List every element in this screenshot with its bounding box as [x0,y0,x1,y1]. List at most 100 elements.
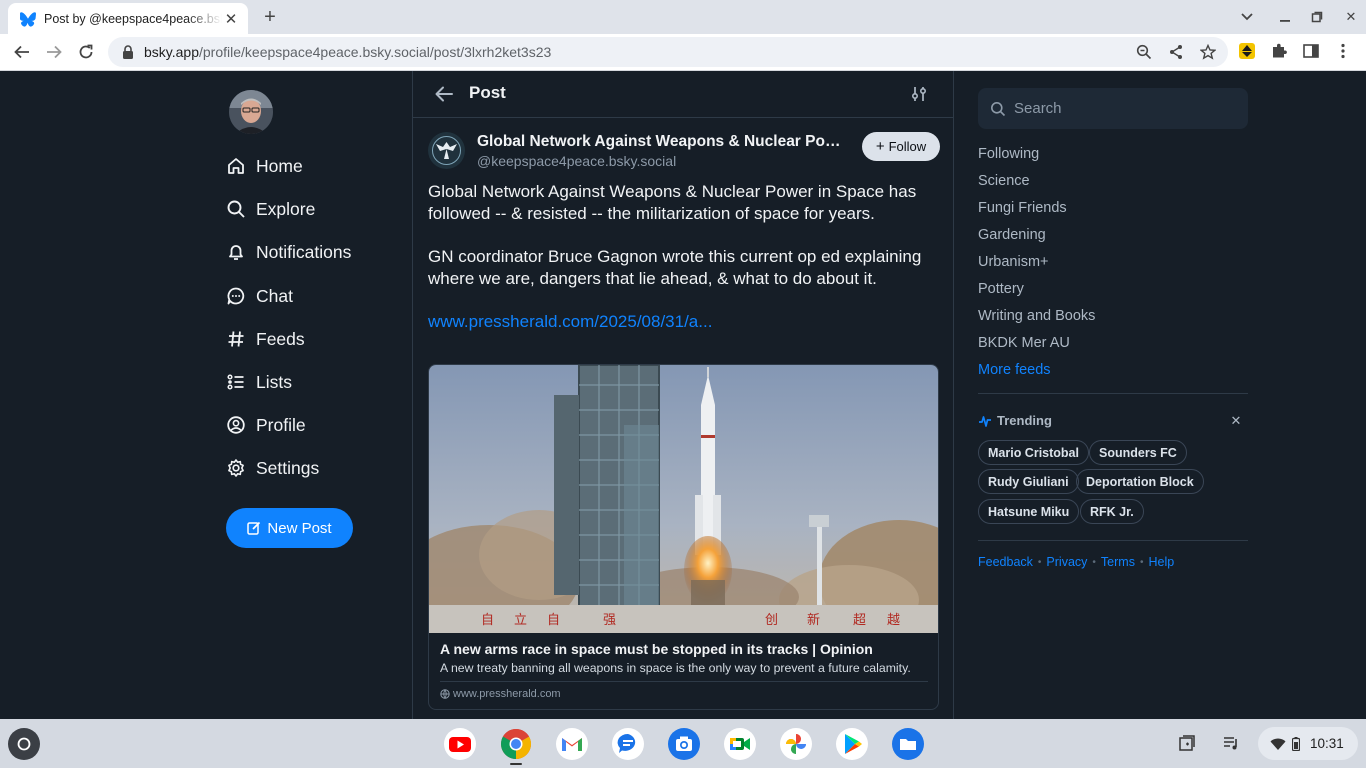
nav-feeds[interactable]: Feeds [226,324,305,354]
new-tab-icon[interactable]: + [259,6,281,28]
follow-button[interactable]: + Follow [862,132,940,161]
banner-character: 新 [807,612,820,628]
author-handle[interactable]: @keepspace4peace.bsky.social [477,153,676,169]
browser-tab[interactable]: Post by @keepspace4peace.bsky.social ✕ [8,3,248,34]
sidebar-divider [978,540,1248,541]
bookmark-star-icon[interactable] [1198,42,1218,62]
nav-home[interactable]: Home [226,151,303,181]
browser-menu-icon[interactable] [1332,40,1354,62]
zoom-icon[interactable] [1134,42,1154,62]
minimize-icon[interactable] [1274,6,1296,28]
feed-link[interactable]: Gardening [978,227,1046,243]
footer-privacy-link[interactable]: Privacy [1046,555,1087,569]
nav-notifications[interactable]: Notifications [226,237,351,267]
user-avatar[interactable] [229,90,273,134]
meet-icon[interactable] [724,728,756,760]
url-text: bsky.app/profile/keepspace4peace.bsky.so… [144,44,552,60]
footer-terms-link[interactable]: Terms [1101,555,1135,569]
link-preview-title[interactable]: A new arms race in space must be stopped… [440,641,873,657]
feed-link[interactable]: Following [978,146,1039,162]
plus-icon: + [875,138,885,155]
banner-character: 越 [887,613,900,628]
link-preview-divider [440,681,928,682]
share-icon[interactable] [1166,42,1186,62]
gear-icon [226,458,246,478]
sliders-icon[interactable] [909,84,929,104]
bell-icon [226,242,246,262]
trending-close-icon[interactable]: ✕ [1229,413,1243,428]
tab-search-icon[interactable] [1236,6,1258,28]
browser-tab-strip: Post by @keepspace4peace.bsky.social ✕ +… [0,0,1366,34]
search-box[interactable] [978,88,1248,129]
nav-profile[interactable]: Profile [226,410,306,440]
search-icon [226,199,246,219]
gmail-icon[interactable] [556,728,588,760]
profile-circle-icon [226,415,246,435]
feed-link[interactable]: BKDK Mer AU [978,335,1070,351]
trending-chip[interactable]: RFK Jr. [1080,499,1144,524]
footer-help-link[interactable]: Help [1148,555,1174,569]
restore-icon[interactable] [1306,6,1328,28]
nav-explore-label: Explore [256,198,316,219]
post-paragraph: GN coordinator Bruce Gagnon wrote this c… [428,247,922,288]
post-text: Global Network Against Weapons & Nuclear… [428,181,943,355]
feed-link[interactable]: Urbanism+ [978,254,1049,270]
nav-chat-label: Chat [256,285,293,306]
trending-chip[interactable]: Mario Cristobal [978,440,1089,465]
forward-icon[interactable] [41,39,67,65]
banner-character: 立 [514,613,527,628]
footer-links: Feedback • Privacy • Terms • Help [978,555,1175,569]
new-post-button[interactable]: New Post [226,508,353,548]
trending-chip[interactable]: Hatsune Miku [978,499,1080,524]
messages-icon[interactable] [612,728,644,760]
back-arrow-icon[interactable] [433,83,455,105]
footer-feedback-link[interactable]: Feedback [978,555,1033,569]
nav-explore[interactable]: Explore [226,194,315,224]
nav-lists-label: Lists [256,371,292,392]
hashtag-icon [226,329,246,349]
tab-close-icon[interactable]: ✕ [222,10,240,28]
play-store-icon[interactable] [836,728,868,760]
search-input[interactable] [1014,100,1234,117]
wifi-icon [1270,738,1286,750]
search-icon [991,101,1006,116]
post-link[interactable]: www.pressherald.com/2025/08/31/a... [428,312,712,331]
window-close-icon[interactable]: ✕ [1340,6,1362,28]
trending-chip[interactable]: Deportation Block [1076,469,1204,494]
photos-icon[interactable] [780,728,812,760]
launcher-icon[interactable] [8,728,40,760]
files-icon[interactable] [892,728,924,760]
nav-settings[interactable]: Settings [226,453,319,483]
more-feeds-link[interactable]: More feeds [978,362,1051,378]
chrome-icon[interactable] [500,728,532,760]
nav-lists[interactable]: Lists [226,367,292,397]
media-controls-icon[interactable] [1220,732,1242,754]
extension-arrow-icon[interactable] [1236,40,1258,62]
chat-bubble-icon [226,286,246,306]
battery-icon [1292,736,1300,751]
nav-chat[interactable]: Chat [226,281,293,311]
feed-link[interactable]: Writing and Books [978,308,1095,324]
clock: 10:31 [1310,736,1344,751]
back-icon[interactable] [9,39,35,65]
feed-link[interactable]: Pottery [978,281,1024,297]
address-bar[interactable]: bsky.app/profile/keepspace4peace.bsky.so… [108,37,1228,67]
link-preview-card[interactable]: 自 立 自 强 创 新 超 越 A new arms race in space must b… [428,364,939,710]
list-icon [226,372,246,392]
feed-link[interactable]: Fungi Friends [978,200,1067,216]
extensions-puzzle-icon[interactable] [1268,40,1290,62]
side-panel-icon[interactable] [1300,40,1322,62]
post-thread-column: Post Global Network Against Weapons & Nu… [412,71,954,719]
tab-title: Post by @keepspace4peace.bsky.social [44,11,222,26]
author-avatar[interactable] [428,132,465,169]
tote-icon[interactable] [1176,732,1198,754]
home-icon [226,156,246,176]
status-area[interactable]: 10:31 [1258,727,1358,760]
feed-link[interactable]: Science [978,173,1030,189]
youtube-icon[interactable] [444,728,476,760]
trending-chip[interactable]: Rudy Giuliani [978,469,1079,494]
author-name[interactable]: Global Network Against Weapons & Nuclear… [477,133,852,151]
camera-icon[interactable] [668,728,700,760]
reload-icon[interactable] [73,39,99,65]
trending-chip[interactable]: Sounders FC [1089,440,1187,465]
